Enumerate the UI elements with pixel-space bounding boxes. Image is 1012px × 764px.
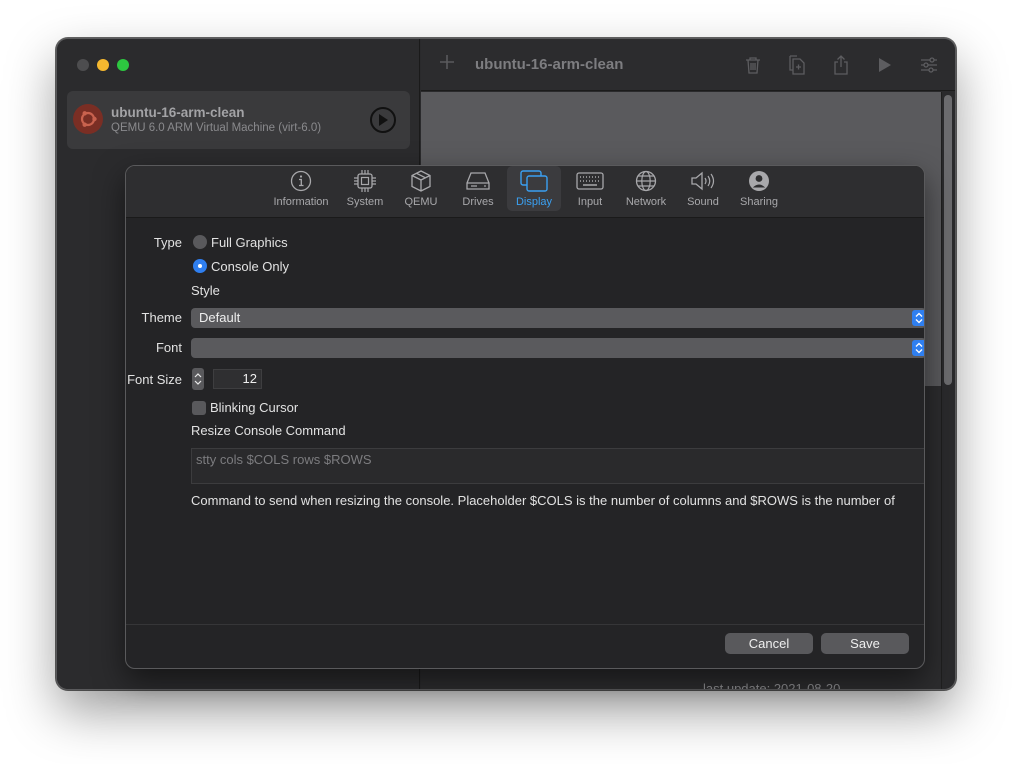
tab-display[interactable]: Display xyxy=(507,166,561,211)
vm-play-button[interactable] xyxy=(370,107,396,133)
tab-network[interactable]: Network xyxy=(622,166,670,211)
tab-label: Sound xyxy=(687,196,719,208)
cancel-button[interactable]: Cancel xyxy=(725,633,813,654)
tab-label: Display xyxy=(515,196,553,208)
type-label: Type xyxy=(153,235,182,250)
tab-label: System xyxy=(346,196,384,208)
speaker-icon xyxy=(690,169,716,193)
chevron-updown-icon xyxy=(912,340,924,356)
full-graphics-label: Full Graphics xyxy=(211,235,288,250)
save-button[interactable]: Save xyxy=(821,633,909,654)
sheet-footer: Cancel Save xyxy=(126,624,924,668)
theme-select-value: Default xyxy=(199,310,241,325)
trash-icon[interactable] xyxy=(741,53,765,77)
font-size-input[interactable]: 12 xyxy=(213,369,262,389)
last-update-text: last update: 2021-08-20 xyxy=(703,681,841,690)
tab-system[interactable]: System xyxy=(343,166,387,211)
person-icon xyxy=(748,169,770,193)
drive-icon xyxy=(465,169,491,193)
zoom-window-button[interactable] xyxy=(117,59,129,71)
blinking-cursor-checkbox[interactable] xyxy=(192,401,206,415)
clone-icon[interactable] xyxy=(785,53,809,77)
tab-sound[interactable]: Sound xyxy=(683,166,723,211)
console-only-radio[interactable] xyxy=(193,259,207,273)
play-icon[interactable] xyxy=(873,53,897,77)
toolbar: ubuntu-16-arm-clean xyxy=(421,39,955,91)
vm-name: ubuntu-16-arm-clean xyxy=(111,105,245,120)
console-only-label: Console Only xyxy=(211,259,290,274)
info-icon xyxy=(290,169,312,193)
theme-select[interactable]: Default xyxy=(191,308,924,328)
share-icon[interactable] xyxy=(829,53,853,77)
tab-label: Sharing xyxy=(740,196,778,208)
tab-label: Network xyxy=(625,196,667,208)
tab-input[interactable]: Input xyxy=(572,166,608,211)
minimize-window-button[interactable] xyxy=(97,59,109,71)
tab-label: Input xyxy=(577,196,603,208)
theme-label: Theme xyxy=(141,310,182,325)
chevron-updown-icon xyxy=(912,310,924,326)
cpu-icon xyxy=(353,169,377,193)
traffic-lights xyxy=(77,59,129,71)
settings-sliders-icon[interactable] xyxy=(917,53,941,77)
tab-information[interactable]: Information xyxy=(269,166,333,211)
tab-label: QEMU xyxy=(404,196,438,208)
display-icon xyxy=(520,169,548,193)
toolbar-title: ubuntu-16-arm-clean xyxy=(475,56,624,73)
resize-command-help: Command to send when resizing the consol… xyxy=(191,493,895,508)
vm-list-item[interactable]: ubuntu-16-arm-clean QEMU 6.0 ARM Virtual… xyxy=(67,91,410,149)
tab-drives[interactable]: Drives xyxy=(457,166,499,211)
add-vm-button[interactable] xyxy=(439,51,455,75)
tab-sharing[interactable]: Sharing xyxy=(736,166,782,211)
display-settings-form: Type Full Graphics Console Only Style Th… xyxy=(126,219,924,624)
vm-subtitle: QEMU 6.0 ARM Virtual Machine (virt-6.0) xyxy=(111,122,322,134)
font-size-label: Font Size xyxy=(127,372,182,387)
ubuntu-logo-icon xyxy=(73,104,103,134)
tab-label: Drives xyxy=(462,196,494,208)
globe-icon xyxy=(635,169,657,193)
close-window-button[interactable] xyxy=(77,59,89,71)
font-select[interactable] xyxy=(191,338,924,358)
tab-label: Information xyxy=(273,196,329,208)
full-graphics-radio[interactable] xyxy=(193,235,207,249)
settings-sheet: Information System QEMU Drives Display I… xyxy=(125,165,925,669)
cube-icon xyxy=(410,169,432,193)
style-heading: Style xyxy=(191,283,220,298)
settings-tabbar: Information System QEMU Drives Display I… xyxy=(126,166,924,218)
resize-command-input[interactable]: stty cols $COLS rows $ROWS xyxy=(191,448,924,484)
tab-qemu[interactable]: QEMU xyxy=(401,166,441,211)
keyboard-icon xyxy=(576,169,604,193)
resize-command-heading: Resize Console Command xyxy=(191,423,346,438)
toolbar-actions xyxy=(741,53,941,77)
font-label: Font xyxy=(155,340,182,355)
blinking-cursor-label: Blinking Cursor xyxy=(210,400,299,415)
font-size-stepper[interactable] xyxy=(192,368,204,390)
scrollbar-thumb[interactable] xyxy=(944,95,952,385)
